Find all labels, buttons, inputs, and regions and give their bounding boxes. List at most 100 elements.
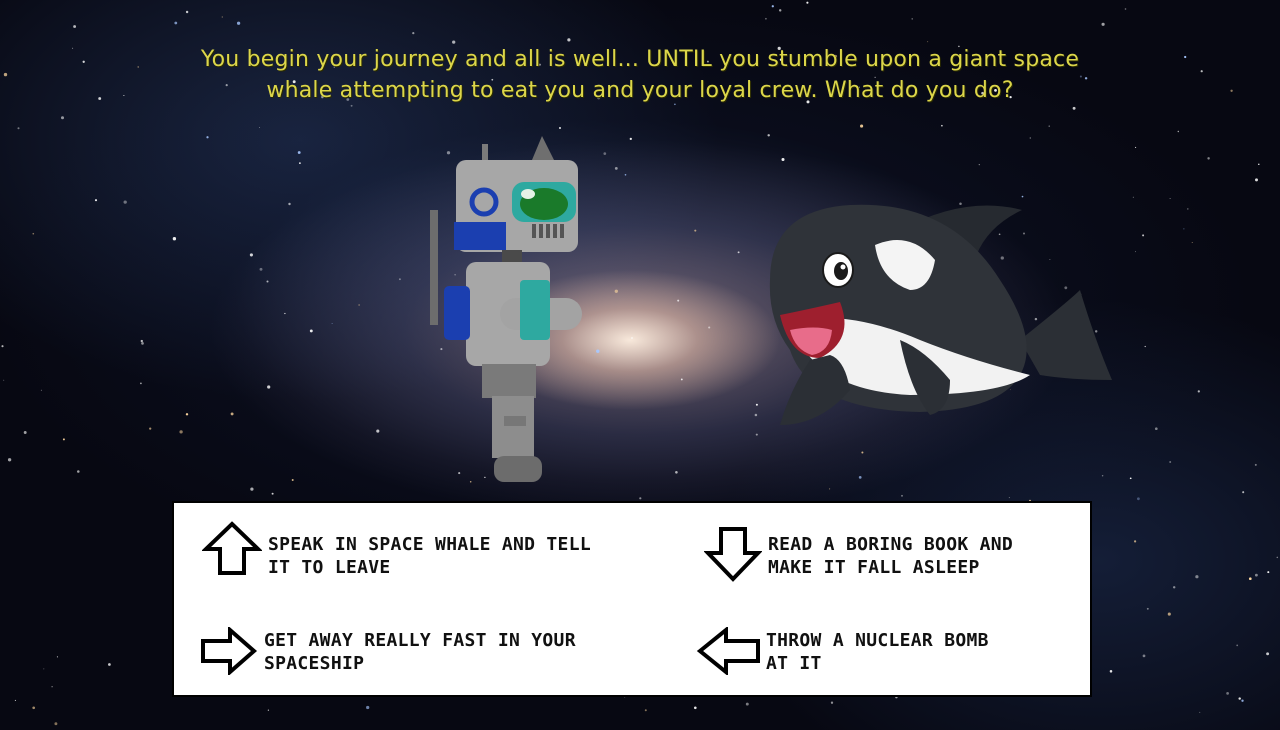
star bbox=[911, 18, 913, 20]
star bbox=[781, 157, 785, 162]
star bbox=[123, 94, 125, 97]
star bbox=[51, 686, 53, 688]
star bbox=[1109, 670, 1113, 673]
star bbox=[1146, 607, 1149, 610]
star bbox=[631, 337, 633, 339]
choice-left-label: THROW A NUCLEAR BOMB AT IT bbox=[766, 629, 989, 675]
star bbox=[291, 479, 294, 481]
star bbox=[331, 322, 333, 324]
star bbox=[206, 136, 209, 139]
star bbox=[43, 668, 45, 670]
star bbox=[3, 379, 5, 381]
star bbox=[767, 134, 770, 137]
star bbox=[1241, 699, 1244, 702]
star bbox=[765, 17, 767, 20]
star bbox=[614, 166, 618, 170]
star bbox=[1101, 22, 1105, 26]
star bbox=[1137, 497, 1140, 501]
star bbox=[745, 702, 749, 706]
star bbox=[1135, 146, 1137, 148]
star bbox=[1195, 575, 1199, 579]
star bbox=[567, 38, 571, 42]
star bbox=[1266, 652, 1270, 656]
star bbox=[1184, 55, 1187, 59]
star bbox=[299, 162, 301, 164]
narration-line-2: whale attempting to eat you and your loy… bbox=[266, 78, 1014, 103]
star bbox=[259, 267, 263, 271]
star bbox=[54, 722, 58, 726]
star bbox=[32, 232, 35, 235]
star bbox=[1177, 130, 1180, 133]
star bbox=[830, 701, 834, 704]
star bbox=[288, 202, 291, 206]
choice-down[interactable]: READ A BORING BOOK AND MAKE IT FALL ASLE… bbox=[704, 525, 1084, 585]
star bbox=[412, 31, 415, 35]
star bbox=[778, 9, 782, 12]
star bbox=[1072, 106, 1076, 110]
choice-left-line-2: AT IT bbox=[766, 653, 822, 674]
star bbox=[1187, 208, 1189, 210]
star bbox=[366, 705, 370, 710]
star bbox=[861, 451, 864, 454]
star bbox=[680, 378, 683, 381]
choice-down-line-2: MAKE IT FALL ASLEEP bbox=[768, 557, 980, 578]
star bbox=[141, 342, 144, 345]
choice-left[interactable]: THROW A NUCLEAR BOMB AT IT bbox=[696, 623, 1076, 679]
star bbox=[267, 709, 270, 711]
star bbox=[236, 21, 241, 25]
star bbox=[978, 164, 980, 166]
star bbox=[708, 326, 711, 329]
star bbox=[108, 663, 111, 666]
choice-right[interactable]: GET AWAY REALLY FAST IN YOUR SPACESHIP bbox=[200, 623, 670, 679]
star bbox=[358, 304, 360, 306]
star bbox=[14, 699, 16, 701]
star bbox=[72, 47, 74, 49]
star bbox=[174, 21, 178, 25]
choice-up-line-2: IT TO LEAVE bbox=[268, 557, 391, 578]
star bbox=[829, 488, 831, 490]
star bbox=[1267, 571, 1270, 574]
star bbox=[259, 126, 261, 128]
star bbox=[1183, 228, 1185, 230]
star bbox=[675, 471, 678, 474]
star bbox=[1133, 540, 1137, 543]
star bbox=[221, 16, 223, 18]
star bbox=[1167, 612, 1171, 616]
whale-character bbox=[769, 204, 1112, 425]
choice-up[interactable]: SPEAK IN SPACE WHALE AND TELL IT TO LEAV… bbox=[202, 521, 662, 581]
choice-up-line-1: SPEAK IN SPACE WHALE AND TELL bbox=[268, 534, 591, 555]
star bbox=[123, 200, 127, 204]
star bbox=[185, 10, 189, 14]
star bbox=[271, 492, 274, 495]
star bbox=[737, 251, 740, 254]
star bbox=[1242, 491, 1245, 494]
star bbox=[267, 385, 271, 389]
star bbox=[1226, 692, 1229, 695]
star bbox=[1132, 196, 1134, 198]
star bbox=[693, 706, 697, 710]
star bbox=[73, 25, 77, 28]
star bbox=[559, 127, 561, 129]
star bbox=[94, 199, 98, 202]
star bbox=[1236, 644, 1239, 647]
star bbox=[1254, 573, 1258, 577]
star bbox=[927, 41, 929, 43]
game-scene: You begin your journey and all is well..… bbox=[0, 0, 1280, 730]
star bbox=[1258, 163, 1260, 166]
choice-down-label: READ A BORING BOOK AND MAKE IT FALL ASLE… bbox=[768, 533, 1013, 579]
star bbox=[771, 5, 774, 8]
star bbox=[624, 173, 627, 176]
choice-up-label: SPEAK IN SPACE WHALE AND TELL IT TO LEAV… bbox=[268, 533, 591, 579]
star bbox=[1124, 8, 1127, 10]
star bbox=[1200, 70, 1203, 73]
arrow-left-icon bbox=[696, 627, 760, 675]
star bbox=[140, 339, 143, 343]
choice-left-line-1: THROW A NUCLEAR BOMB bbox=[766, 630, 989, 651]
star bbox=[284, 312, 286, 315]
star bbox=[82, 60, 85, 63]
arrow-right-icon bbox=[201, 627, 258, 675]
choice-right-line-1: GET AWAY REALLY FAST IN YOUR bbox=[264, 630, 576, 651]
star bbox=[1254, 463, 1257, 466]
star bbox=[309, 329, 313, 333]
star bbox=[1101, 474, 1104, 477]
